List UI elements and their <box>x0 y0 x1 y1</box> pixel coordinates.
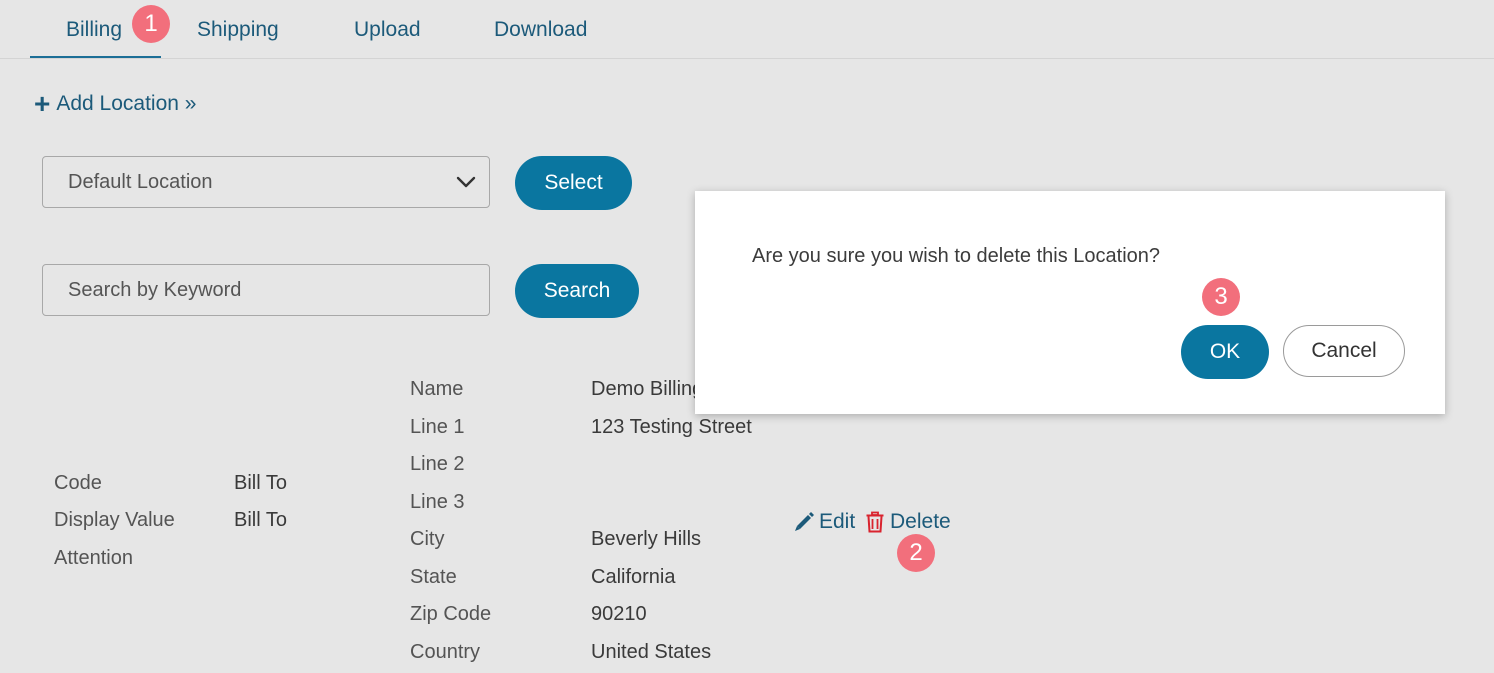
search-input[interactable]: Search by Keyword <box>42 264 490 316</box>
address-line1-label: Line 1 <box>410 416 465 438</box>
tab-bar: Billing Shipping Upload Download <box>0 0 1494 59</box>
tab-upload[interactable]: Upload <box>354 18 421 42</box>
search-placeholder: Search by Keyword <box>68 278 242 301</box>
code-value: Bill To <box>234 472 287 494</box>
plus-icon: + <box>34 88 51 119</box>
trash-icon <box>866 511 884 533</box>
cancel-button[interactable]: Cancel <box>1283 325 1405 377</box>
address-name-value: Demo Billing <box>591 378 704 400</box>
delete-link[interactable]: Delete <box>865 510 951 534</box>
search-button[interactable]: Search <box>515 264 639 318</box>
active-tab-indicator <box>30 56 161 58</box>
address-city-label: City <box>410 528 445 550</box>
code-label: Code <box>54 472 102 494</box>
address-zip-value: 90210 <box>591 603 647 625</box>
location-select-value: Default Location <box>68 170 213 193</box>
add-location-label: Add Location » <box>56 92 197 115</box>
address-country-label: Country <box>410 641 481 663</box>
add-location-link[interactable]: + Add Location » <box>34 88 197 119</box>
edit-link[interactable]: Edit <box>793 510 855 534</box>
step-badge-3: 3 <box>1202 278 1240 316</box>
delete-confirm-dialog: Are you sure you wish to delete this Loc… <box>695 191 1445 414</box>
dialog-message: Are you sure you wish to delete this Loc… <box>752 245 1161 267</box>
display-value-value: Bill To <box>234 509 287 531</box>
address-line1-value: 123 Testing Street <box>591 416 752 438</box>
address-state-label: State <box>410 566 457 588</box>
pencil-icon <box>795 512 814 531</box>
address-name-label: Name <box>410 378 464 400</box>
tab-shipping[interactable]: Shipping <box>197 18 279 42</box>
address-state-value: California <box>591 566 676 588</box>
address-country-value: United States <box>591 641 712 663</box>
ok-button[interactable]: OK <box>1181 325 1269 379</box>
attention-label: Attention <box>54 547 133 569</box>
address-city-value: Beverly Hills <box>591 528 702 550</box>
location-select[interactable]: Default Location <box>42 156 490 208</box>
step-badge-2: 2 <box>897 534 935 572</box>
edit-label: Edit <box>819 510 856 533</box>
display-value-label: Display Value <box>54 509 175 531</box>
delete-label: Delete <box>890 510 951 533</box>
address-zip-label: Zip Code <box>410 603 492 625</box>
step-badge-1: 1 <box>132 5 170 43</box>
select-button[interactable]: Select <box>515 156 632 210</box>
address-line3-label: Line 3 <box>410 491 465 513</box>
chevron-down-icon <box>456 176 476 188</box>
tab-download[interactable]: Download <box>494 18 587 42</box>
address-line2-label: Line 2 <box>410 453 465 475</box>
tab-billing[interactable]: Billing <box>66 18 122 42</box>
